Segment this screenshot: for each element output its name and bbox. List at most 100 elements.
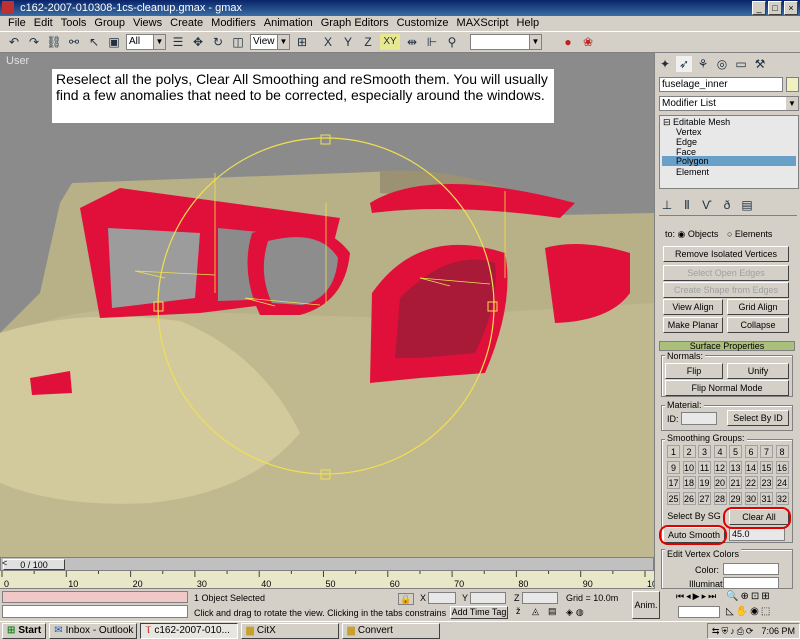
maxscript-listener-mini[interactable]: [2, 591, 188, 603]
menu-file[interactable]: File: [4, 16, 30, 31]
smoothing-group-5[interactable]: 5: [729, 445, 742, 458]
menu-group[interactable]: Group: [90, 16, 129, 31]
hierarchy-tab-icon[interactable]: ⚘: [695, 56, 711, 72]
prev-frame-icon[interactable]: ◂: [686, 591, 691, 602]
start-button[interactable]: ⊞ Start: [2, 623, 47, 639]
configure-sets-icon[interactable]: ▤: [739, 197, 755, 213]
select-open-edges-button[interactable]: Select Open Edges: [663, 265, 789, 281]
illumination-color-swatch[interactable]: [723, 577, 779, 589]
smoothing-group-22[interactable]: 22: [744, 476, 758, 489]
axis-y-icon[interactable]: Y: [340, 34, 356, 50]
collapse-button[interactable]: Collapse: [727, 317, 789, 333]
remove-isolated-vertices-button[interactable]: Remove Isolated Vertices: [663, 246, 789, 262]
menu-create[interactable]: Create: [166, 16, 207, 31]
axis-z-icon[interactable]: Z: [360, 34, 376, 50]
minimize-button[interactable]: _: [752, 1, 766, 15]
smoothing-group-13[interactable]: 13: [729, 460, 742, 474]
menu-help[interactable]: Help: [513, 16, 544, 31]
show-end-result-icon[interactable]: Ⅱ: [679, 197, 695, 213]
viewport-label[interactable]: User: [6, 55, 29, 67]
play-animation-icon[interactable]: ▶: [693, 591, 700, 602]
chevron-left-icon[interactable]: <: [2, 558, 7, 568]
tray-icon-volume[interactable]: ♪: [730, 626, 735, 636]
menu-edit[interactable]: Edit: [30, 16, 57, 31]
axis-xy-toggle[interactable]: XY: [380, 34, 400, 50]
smoothing-group-3[interactable]: 3: [698, 445, 711, 458]
object-name-field[interactable]: fuselage_inner: [659, 77, 783, 92]
smoothing-group-15[interactable]: 15: [760, 460, 773, 474]
zoom-extents-all-icon[interactable]: ⊞: [761, 591, 769, 602]
arc-rotate-icon[interactable]: ◉: [750, 606, 759, 617]
smoothing-group-11[interactable]: 11: [698, 460, 711, 474]
add-time-tag-button[interactable]: Add Time Tag: [450, 606, 508, 619]
unlink-icon[interactable]: ⚯: [66, 34, 82, 50]
motion-tab-icon[interactable]: ◎: [714, 56, 730, 72]
smoothing-group-31[interactable]: 31: [760, 491, 773, 505]
gizmo-handle-top[interactable]: [320, 134, 331, 145]
grid-align-button[interactable]: Grid Align: [727, 299, 789, 315]
display-tab-icon[interactable]: ▭: [733, 56, 749, 72]
viewport-user[interactable]: User Reselect all the polys, Clear All S…: [0, 53, 654, 557]
stack-item-polygon[interactable]: Polygon: [662, 156, 796, 166]
objects-radio[interactable]: ◉: [678, 229, 686, 239]
task-convert[interactable]: ▆ Convert: [342, 623, 441, 639]
rotate-icon[interactable]: ↻: [210, 34, 226, 50]
object-color-swatch[interactable]: [786, 77, 799, 92]
smoothing-group-27[interactable]: 27: [698, 491, 711, 505]
snap-z-icon[interactable]: ž: [516, 606, 521, 616]
go-to-end-icon[interactable]: ⏭: [708, 591, 716, 602]
task-citx[interactable]: ▆ CitX: [241, 623, 340, 639]
smoothing-group-6[interactable]: 6: [744, 445, 758, 458]
y-coordinate-field[interactable]: [470, 592, 506, 604]
mirror-icon[interactable]: ⇹: [404, 34, 420, 50]
time-slider-thumb[interactable]: 0 / 100: [3, 559, 65, 570]
tray-icon-printer[interactable]: ⎙: [737, 626, 744, 637]
unify-button[interactable]: Unify: [727, 363, 789, 379]
menu-views[interactable]: Views: [129, 16, 166, 31]
snap-icon[interactable]: ⚲: [444, 34, 460, 50]
select-icon[interactable]: ↖: [86, 34, 102, 50]
material-id-spinner[interactable]: [681, 412, 717, 425]
scale-icon[interactable]: ◫: [230, 34, 246, 50]
animate-button[interactable]: Anim.: [632, 591, 660, 619]
menu-modifiers[interactable]: Modifiers: [207, 16, 260, 31]
menu-tools[interactable]: Tools: [57, 16, 91, 31]
elements-radio[interactable]: ○: [727, 229, 732, 239]
modify-tab-icon[interactable]: ➶: [676, 56, 692, 72]
create-shape-from-edges-button[interactable]: Create Shape from Edges: [663, 282, 789, 298]
modifier-list-dropdown[interactable]: Modifier List ▼: [659, 96, 799, 111]
stack-item-element[interactable]: Element: [676, 167, 709, 177]
align-icon[interactable]: ⊩: [424, 34, 440, 50]
maximize-button[interactable]: □: [768, 1, 782, 15]
material-editor-icon[interactable]: ●: [560, 34, 576, 50]
smoothing-group-2[interactable]: 2: [682, 445, 696, 458]
smoothing-group-24[interactable]: 24: [775, 476, 789, 489]
smoothing-group-4[interactable]: 4: [713, 445, 727, 458]
smoothing-group-20[interactable]: 20: [713, 476, 727, 489]
current-frame-field[interactable]: [678, 606, 720, 618]
select-by-sg-button[interactable]: Select By SG: [663, 509, 725, 525]
surface-properties-rollout[interactable]: Surface Properties: [659, 341, 795, 351]
select-by-name-icon[interactable]: ☰: [170, 34, 186, 50]
stack-item-vertex[interactable]: Vertex: [676, 127, 702, 137]
smoothing-group-23[interactable]: 23: [760, 476, 773, 489]
pin-stack-icon[interactable]: ⊥: [659, 197, 675, 213]
smoothing-group-32[interactable]: 32: [775, 491, 789, 505]
time-slider[interactable]: 0 / 100 <: [0, 557, 654, 571]
smoothing-group-1[interactable]: 1: [667, 445, 680, 458]
pan-icon[interactable]: ✋: [736, 606, 748, 617]
smoothing-group-17[interactable]: 17: [667, 476, 680, 489]
named-selection-dropdown[interactable]: ▼: [470, 34, 542, 50]
smoothing-group-26[interactable]: 26: [682, 491, 696, 505]
flip-button[interactable]: Flip: [665, 363, 723, 379]
smoothing-group-7[interactable]: 7: [760, 445, 773, 458]
create-tab-icon[interactable]: ✦: [657, 56, 673, 72]
x-coordinate-field[interactable]: [428, 592, 456, 604]
vertex-color-swatch[interactable]: [723, 563, 779, 575]
pivot-icon[interactable]: ⊞: [294, 34, 310, 50]
zoom-all-icon[interactable]: ⊕: [740, 591, 748, 602]
smoothing-group-28[interactable]: 28: [713, 491, 727, 505]
flip-normal-mode-button[interactable]: Flip Normal Mode: [665, 380, 789, 396]
menu-animation[interactable]: Animation: [260, 16, 317, 31]
smoothing-group-8[interactable]: 8: [775, 445, 789, 458]
